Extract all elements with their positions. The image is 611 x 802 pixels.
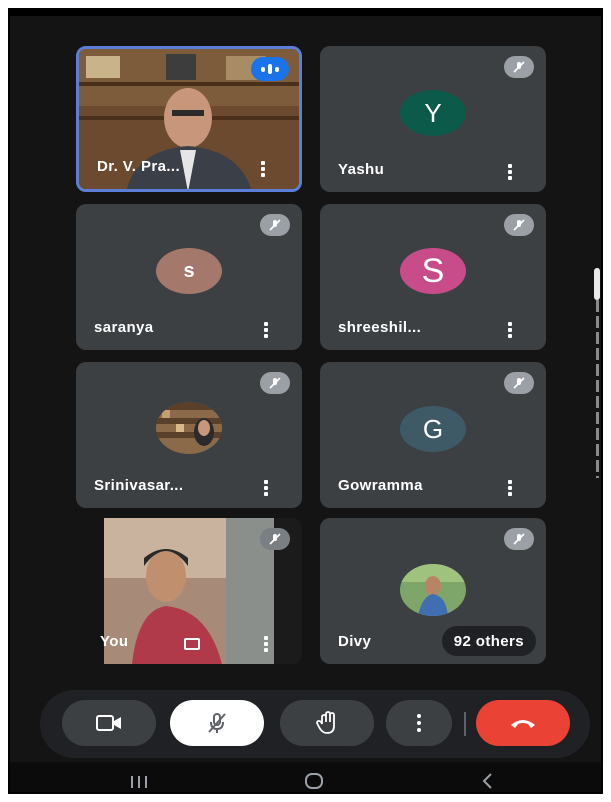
picture-in-picture-icon[interactable] bbox=[184, 638, 200, 650]
more-options-button[interactable] bbox=[386, 700, 452, 746]
avatar bbox=[156, 402, 222, 454]
hand-icon bbox=[316, 711, 335, 734]
participant-name: saranya bbox=[94, 319, 154, 336]
back-icon[interactable] bbox=[480, 770, 494, 792]
participant-tile-you[interactable]: You bbox=[76, 518, 302, 664]
status-bar bbox=[10, 10, 601, 16]
mic-off-icon bbox=[504, 528, 534, 550]
divider bbox=[464, 712, 466, 736]
more-vert-icon[interactable] bbox=[508, 322, 512, 338]
scrollbar-thumb[interactable] bbox=[594, 268, 600, 300]
more-vert-icon[interactable] bbox=[508, 164, 512, 180]
participant-name: Yashu bbox=[338, 161, 385, 178]
mic-off-icon bbox=[208, 713, 226, 733]
mic-off-icon bbox=[260, 528, 290, 550]
mic-toggle-button[interactable] bbox=[170, 700, 264, 746]
raise-hand-button[interactable] bbox=[280, 700, 374, 746]
others-count-badge[interactable]: 92 others bbox=[441, 626, 536, 656]
avatar: Y bbox=[400, 90, 466, 136]
end-call-button[interactable] bbox=[476, 700, 570, 746]
avatar: s bbox=[156, 248, 222, 294]
participant-name: You bbox=[100, 633, 129, 650]
more-vert-icon[interactable] bbox=[264, 480, 268, 496]
participant-tile-others[interactable]: Divy 92 others bbox=[320, 518, 546, 664]
participant-tile-dr-v-pra[interactable]: Dr. V. Pra... bbox=[76, 46, 302, 192]
system-nav-bar bbox=[10, 762, 601, 792]
participant-tile-shreeshil[interactable]: S shreeshil... bbox=[320, 204, 546, 350]
participant-tile-srinivasar[interactable]: Srinivasar... bbox=[76, 362, 302, 508]
call-end-icon bbox=[511, 720, 535, 728]
mic-off-icon bbox=[260, 214, 290, 236]
call-controls bbox=[40, 690, 590, 758]
participant-tile-saranya[interactable]: s saranya bbox=[76, 204, 302, 350]
participant-tile-yashu[interactable]: Y Yashu bbox=[320, 46, 546, 192]
avatar bbox=[400, 564, 466, 616]
participant-name: Srinivasar... bbox=[94, 477, 184, 494]
avatar: G bbox=[400, 406, 466, 452]
participant-name: Gowramma bbox=[338, 477, 423, 494]
participant-name: Dr. V. Pra... bbox=[97, 158, 181, 175]
participant-name: shreeshil... bbox=[338, 319, 422, 336]
mic-off-icon bbox=[260, 372, 290, 394]
more-vert-icon[interactable] bbox=[264, 322, 268, 338]
camera-button[interactable] bbox=[62, 700, 156, 746]
home-icon[interactable] bbox=[304, 770, 324, 792]
speaking-indicator-icon bbox=[251, 57, 289, 81]
more-vert-icon[interactable] bbox=[508, 480, 512, 496]
participant-name: Divy bbox=[338, 633, 372, 650]
more-vert-icon[interactable] bbox=[264, 636, 268, 652]
participant-tile-gowramma[interactable]: G Gowramma bbox=[320, 362, 546, 508]
more-vert-icon bbox=[417, 714, 421, 732]
meeting-screen: Dr. V. Pra... Y Yashu s saranya S shrees… bbox=[8, 8, 603, 794]
more-vert-icon[interactable] bbox=[261, 161, 265, 177]
videocam-icon bbox=[96, 715, 121, 731]
mic-off-icon bbox=[504, 214, 534, 236]
recent-apps-icon[interactable] bbox=[128, 770, 150, 792]
mic-off-icon bbox=[504, 56, 534, 78]
avatar: S bbox=[400, 248, 466, 294]
mic-off-icon bbox=[504, 372, 534, 394]
